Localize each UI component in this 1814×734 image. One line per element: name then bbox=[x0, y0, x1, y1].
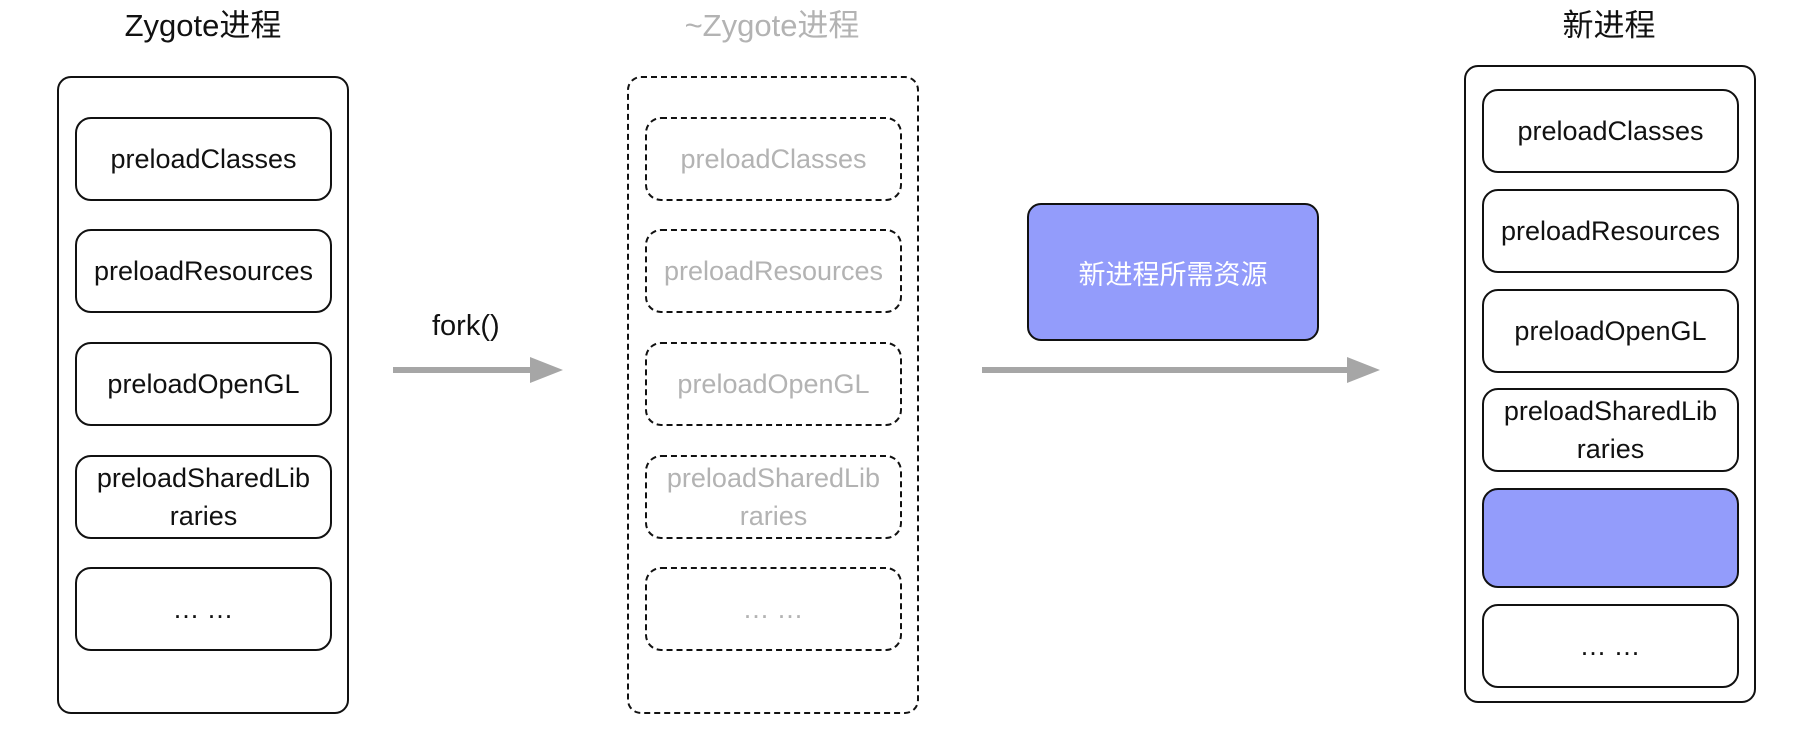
fork-arrow bbox=[393, 357, 563, 383]
transfer-arrow bbox=[982, 357, 1380, 383]
arrows-layer bbox=[393, 357, 1380, 383]
